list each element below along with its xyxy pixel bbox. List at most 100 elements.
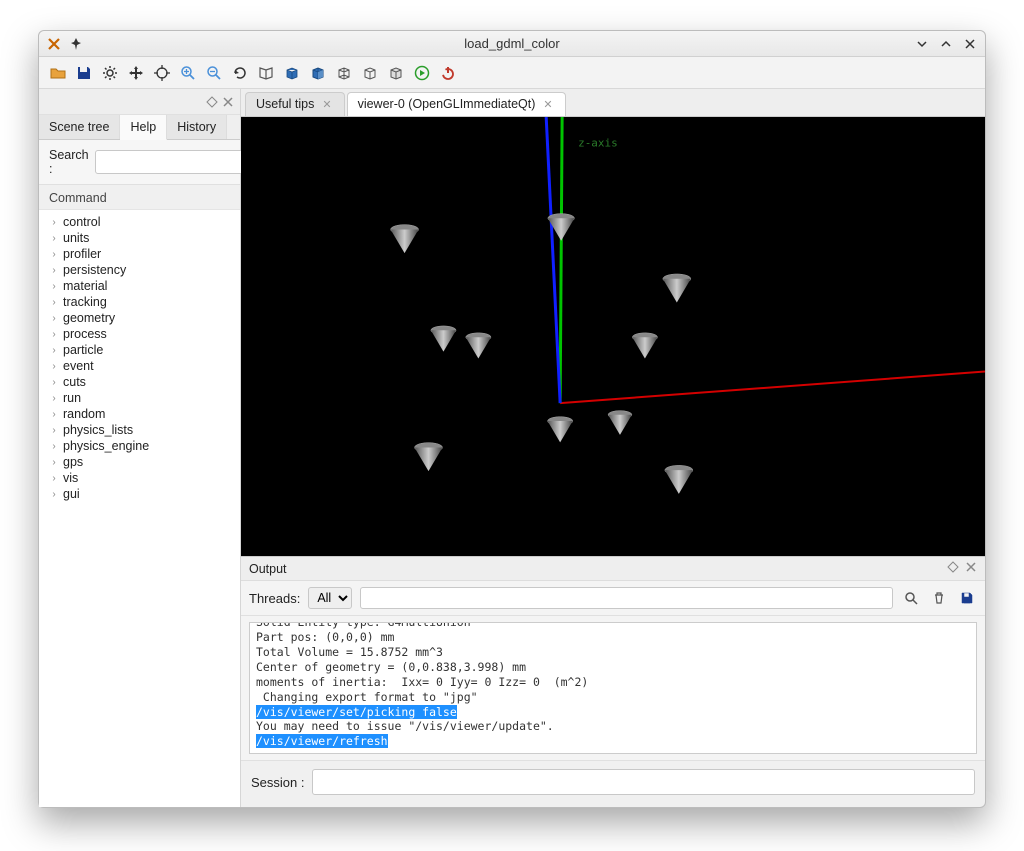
hlines-icon[interactable]: [359, 62, 381, 84]
tree-item-label: physics_lists: [63, 423, 133, 437]
chevron-right-icon: ›: [49, 441, 59, 452]
tree-item-label: tracking: [63, 295, 107, 309]
search-icon[interactable]: [901, 588, 921, 608]
tree-item-persistency[interactable]: › persistency: [39, 262, 240, 278]
tree-item-event[interactable]: ›event: [39, 358, 240, 374]
cone-shape: [391, 225, 419, 254]
chevron-right-icon: ›: [49, 489, 59, 500]
chevron-right-icon: ›: [49, 217, 59, 228]
zoom-out-icon[interactable]: [203, 62, 225, 84]
rotate-icon[interactable]: [229, 62, 251, 84]
threads-label: Threads:: [249, 591, 300, 606]
chevron-right-icon: ›: [49, 297, 59, 308]
cone-shape: [415, 443, 443, 472]
tree-item-control[interactable]: ›control: [39, 214, 240, 230]
chevron-right-icon: ›: [49, 265, 59, 276]
trash-icon[interactable]: [929, 588, 949, 608]
sidebar-tab-history[interactable]: History: [167, 115, 227, 139]
window-close-button[interactable]: [963, 37, 977, 51]
tree-item-process[interactable]: ›process: [39, 326, 240, 342]
tab-label: viewer-0 (OpenGLImmediateQt): [358, 97, 536, 111]
viewer-tabs: Useful tips✕viewer-0 (OpenGLImmediateQt)…: [241, 89, 985, 117]
close-icon[interactable]: [222, 96, 234, 108]
target-icon[interactable]: [151, 62, 173, 84]
x-app-icon: [47, 37, 61, 51]
tree-item-physics_engine[interactable]: › physics_engine: [39, 438, 240, 454]
zoom-in-icon[interactable]: [177, 62, 199, 84]
x-axis: [560, 372, 985, 404]
hlsurf-icon[interactable]: [385, 62, 407, 84]
book-icon[interactable]: [255, 62, 277, 84]
close-icon[interactable]: ✕: [541, 98, 554, 111]
chevron-right-icon: ›: [49, 425, 59, 436]
sidebar: Scene treeHelpHistory Search : Command ›…: [39, 89, 241, 807]
tree-item-label: cuts: [63, 375, 86, 389]
cone-shape: [632, 333, 657, 359]
output-log[interactable]: nodes: 10 node volume: 2.0944 Solid Enti…: [249, 622, 977, 754]
save-icon[interactable]: [957, 588, 977, 608]
cube-side-icon[interactable]: [307, 62, 329, 84]
open-icon[interactable]: [47, 62, 69, 84]
tree-item-label: run: [63, 391, 81, 405]
tree-item-cuts[interactable]: ›cuts: [39, 374, 240, 390]
z-axis: [546, 117, 560, 403]
output-panel: Output Threads: All: [241, 556, 985, 760]
tree-item-units[interactable]: ›units: [39, 230, 240, 246]
tree-item-label: persistency: [63, 263, 126, 277]
tree-item-gui[interactable]: ›gui: [39, 486, 240, 502]
tree-item-profiler[interactable]: ›profiler: [39, 246, 240, 262]
tab-label: Useful tips: [256, 97, 314, 111]
run-icon[interactable]: [411, 62, 433, 84]
wireframe-icon[interactable]: [333, 62, 355, 84]
tree-item-label: material: [63, 279, 107, 293]
move-icon[interactable]: [125, 62, 147, 84]
window-minimize-button[interactable]: [915, 37, 929, 51]
main-tab[interactable]: viewer-0 (OpenGLImmediateQt) ✕: [347, 92, 566, 116]
main-tab[interactable]: Useful tips ✕: [245, 92, 345, 116]
window-maximize-button[interactable]: [939, 37, 953, 51]
tree-item-run[interactable]: ›run: [39, 390, 240, 406]
window-title: load_gdml_color: [39, 36, 985, 51]
command-tree: ›control›units›profiler›persistency›mate…: [39, 210, 240, 807]
cone-shape: [663, 274, 691, 303]
pin-icon[interactable]: [69, 37, 83, 51]
tree-item-particle[interactable]: ›particle: [39, 342, 240, 358]
session-input[interactable]: [312, 769, 975, 795]
tree-item-label: units: [63, 231, 89, 245]
tree-item-label: physics_engine: [63, 439, 149, 453]
tree-item-material[interactable]: ›material: [39, 278, 240, 294]
tree-item-label: particle: [63, 343, 103, 357]
tree-item-vis[interactable]: ›vis: [39, 470, 240, 486]
chevron-right-icon: ›: [49, 249, 59, 260]
chevron-right-icon: ›: [49, 313, 59, 324]
sidebar-tab-help[interactable]: Help: [120, 115, 167, 140]
tree-item-geometry[interactable]: ›geometry: [39, 310, 240, 326]
cube-front-icon[interactable]: [281, 62, 303, 84]
close-icon[interactable]: ✕: [320, 98, 333, 111]
tree-item-tracking[interactable]: › tracking: [39, 294, 240, 310]
tree-item-physics_lists[interactable]: › physics_lists: [39, 422, 240, 438]
tree-item-label: process: [63, 327, 107, 341]
app-window: load_gdml_color Sce: [38, 30, 986, 808]
tree-item-gps[interactable]: ›gps: [39, 454, 240, 470]
tree-item-label: random: [63, 407, 105, 421]
sidebar-dock-header: [39, 89, 240, 115]
chevron-right-icon: ›: [49, 361, 59, 372]
search-label: Search :: [49, 148, 89, 176]
session-row: Session :: [241, 760, 985, 807]
settings-icon[interactable]: [99, 62, 121, 84]
y-axis: [560, 117, 562, 403]
output-filter-input[interactable]: [360, 587, 893, 609]
power-icon[interactable]: [437, 62, 459, 84]
diamond-icon[interactable]: [947, 561, 959, 576]
toolbar: [39, 57, 985, 89]
sidebar-tab-scene-tree[interactable]: Scene tree: [39, 115, 120, 139]
threads-select[interactable]: All: [308, 587, 352, 609]
diamond-icon[interactable]: [206, 96, 218, 108]
save-icon[interactable]: [73, 62, 95, 84]
close-icon[interactable]: [965, 561, 977, 576]
tree-item-random[interactable]: › random: [39, 406, 240, 422]
tree-item-label: gps: [63, 455, 83, 469]
chevron-right-icon: ›: [49, 409, 59, 420]
viewer-canvas[interactable]: z-axis: [241, 117, 985, 556]
